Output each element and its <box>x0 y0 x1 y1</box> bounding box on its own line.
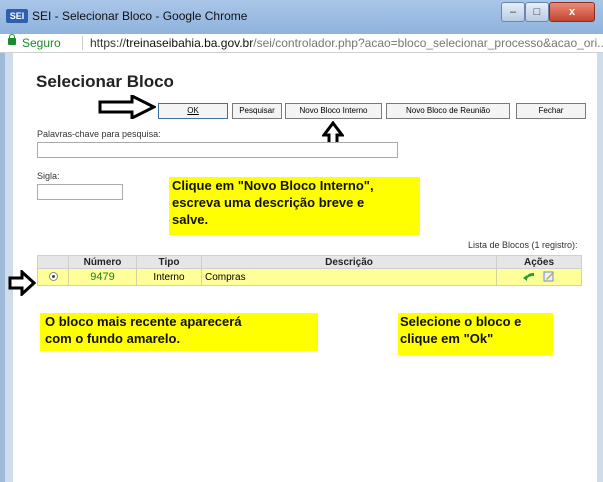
header-select <box>37 255 69 269</box>
note-line: com o fundo amarelo. <box>45 331 181 346</box>
url-scheme: https:// <box>90 36 127 50</box>
blocks-table: Número Tipo Descrição Ações 9479 Interno… <box>37 255 582 286</box>
table-row[interactable]: 9479 Interno Compras <box>37 268 582 286</box>
right-arrow-pointer-icon <box>98 95 156 119</box>
row-radio-button[interactable] <box>48 272 58 281</box>
edit-icon[interactable] <box>543 271 555 282</box>
sigla-label: Sigla: <box>37 171 60 181</box>
lock-icon <box>8 34 16 45</box>
window-title: SEI - Selecionar Bloco - Google Chrome <box>32 9 248 23</box>
row-select-cell[interactable] <box>37 268 69 286</box>
row-actions-cell <box>496 268 582 286</box>
maximize-button[interactable]: □ <box>525 2 549 22</box>
header-tipo[interactable]: Tipo <box>136 255 202 269</box>
row-descricao-cell: Compras <box>201 268 497 286</box>
novo-bloco-reuniao-button[interactable]: Novo Bloco de Reunião <box>386 103 510 119</box>
instruction-note-select-ok: Selecione o bloco e clique em "Ok" <box>398 313 553 355</box>
header-descricao[interactable]: Descrição <box>201 255 497 269</box>
row-descricao: Compras <box>205 271 246 283</box>
url-host: treinaseibahia.ba.gov.br <box>126 36 254 50</box>
instruction-note-yellow-row: O bloco mais recente aparecerá com o fun… <box>40 313 318 351</box>
note-line: O bloco mais recente aparecerá <box>45 314 242 329</box>
note-line: clique em "Ok" <box>400 331 494 346</box>
fechar-button[interactable]: Fechar <box>516 103 586 119</box>
url-text[interactable]: https://treinaseibahia.ba.gov.br/sei/con… <box>90 34 603 52</box>
pesquisar-button[interactable]: Pesquisar <box>232 103 282 119</box>
row-tipo: Interno <box>136 268 202 286</box>
page-title: Selecionar Bloco <box>36 72 174 91</box>
sigla-input[interactable] <box>37 184 123 200</box>
address-separator <box>82 36 83 50</box>
address-bar[interactable]: Seguro https://treinaseibahia.ba.gov.br/… <box>0 34 603 53</box>
novo-bloco-interno-button[interactable]: Novo Bloco Interno <box>285 103 382 119</box>
window-frame-left-inner <box>5 53 13 482</box>
minimize-button[interactable]: – <box>501 2 525 22</box>
search-input[interactable] <box>37 142 398 158</box>
table-header-row: Número Tipo Descrição Ações <box>37 255 582 269</box>
secure-label: Seguro <box>22 36 61 50</box>
header-numero[interactable]: Número <box>68 255 137 269</box>
close-window-button[interactable]: x <box>549 2 595 22</box>
note-line: escreva uma descrição breve e <box>172 195 365 210</box>
sei-app-icon: SEI <box>6 9 28 23</box>
url-path: /sei/controlador.php?acao=bloco_selecion… <box>253 36 603 50</box>
green-arrow-icon[interactable] <box>522 271 535 282</box>
right-arrow-row-pointer-icon <box>8 270 36 296</box>
instruction-note-new-block: Clique em "Novo Bloco Interno", escreva … <box>169 177 420 235</box>
window-frame-right <box>597 53 603 482</box>
row-numero: 9479 <box>68 268 137 286</box>
note-line: salve. <box>172 212 209 227</box>
note-line: Selecione o bloco e <box>400 314 522 329</box>
search-label: Palavras-chave para pesquisa: <box>37 129 161 139</box>
header-acoes: Ações <box>496 255 582 269</box>
window-titlebar: SEI SEI - Selecionar Bloco - Google Chro… <box>0 0 603 34</box>
note-line: Clique em "Novo Bloco Interno", <box>172 178 374 193</box>
ok-button-label: OK <box>187 106 199 115</box>
list-caption: Lista de Blocos (1 registro): <box>468 240 578 250</box>
ok-button[interactable]: OK <box>158 103 228 119</box>
